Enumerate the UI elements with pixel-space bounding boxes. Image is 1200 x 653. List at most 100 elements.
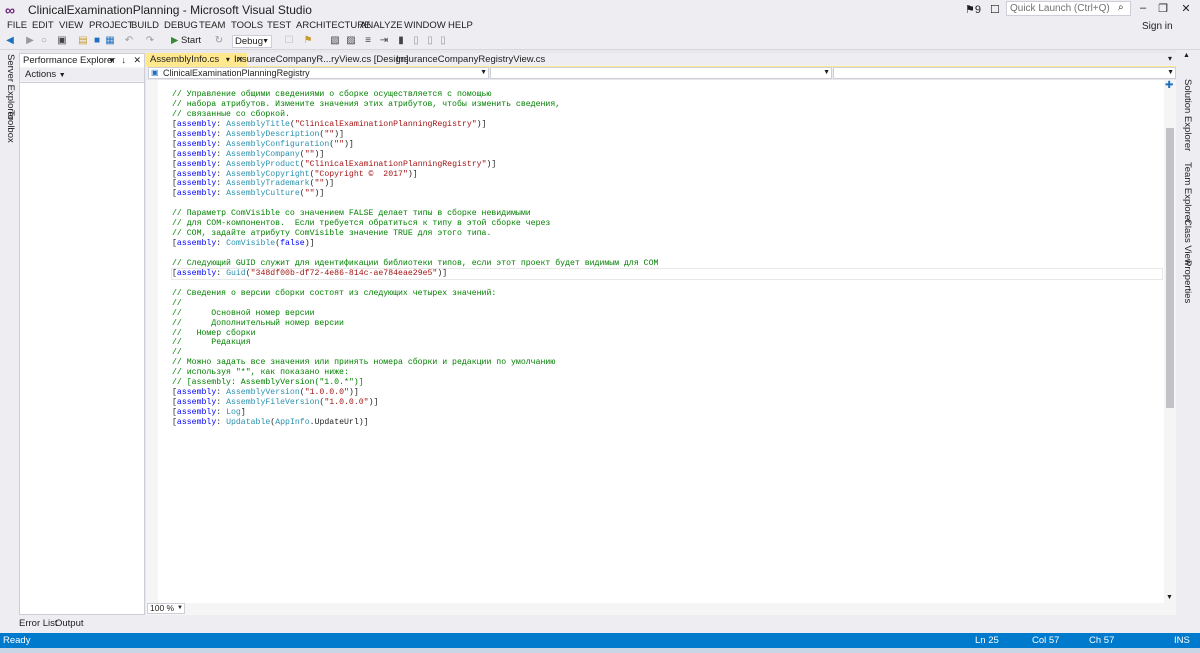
code-line[interactable]: [assembly: Guid("348df00b-df72-4e86-814c… bbox=[171, 267, 1163, 280]
toolbox-tab[interactable]: Toolbox bbox=[5, 110, 16, 143]
code-line[interactable] bbox=[172, 279, 1172, 289]
solution-configuration-dropdown[interactable]: Debug ▼ bbox=[232, 35, 272, 48]
toggle-bookmark-icon[interactable]: ▮ bbox=[395, 35, 407, 47]
navigate-forward-icon[interactable]: ▶ bbox=[24, 35, 36, 47]
class-view-tab[interactable]: Class View bbox=[1182, 219, 1193, 266]
split-view-icon[interactable]: ✚ bbox=[1165, 80, 1173, 91]
code-line[interactable]: [assembly: Updatable(AppInfo.UpdateUrl)] bbox=[172, 418, 1172, 428]
menu-test[interactable]: TEST bbox=[267, 20, 291, 31]
scroll-down-icon[interactable]: ▼ bbox=[1166, 594, 1173, 601]
menu-view[interactable]: VIEW bbox=[59, 20, 83, 31]
restore-button[interactable]: ❐ bbox=[1153, 2, 1173, 15]
code-line[interactable]: [assembly: AssemblyProduct("ClinicalExam… bbox=[172, 160, 1172, 170]
code-line[interactable]: // набора атрибутов. Измените значения э… bbox=[172, 100, 1172, 110]
code-line[interactable]: // bbox=[172, 348, 1172, 358]
notifications-flag[interactable]: ⚑9 bbox=[965, 3, 981, 16]
sign-in-link[interactable]: Sign in bbox=[1142, 21, 1173, 32]
code-line[interactable]: // bbox=[172, 299, 1172, 309]
code-line[interactable]: [assembly: AssemblyCopyright("Copyright … bbox=[172, 170, 1172, 180]
quick-launch-input[interactable]: Quick Launch (Ctrl+Q) bbox=[1006, 1, 1131, 16]
navigate-back-icon[interactable]: ◀ bbox=[4, 35, 16, 47]
prev-bookmark-icon[interactable]: ▯ bbox=[424, 35, 436, 47]
code-line[interactable]: // Управление общими сведениями о сборке… bbox=[172, 90, 1172, 100]
code-line[interactable]: // Дополнительный номер версии bbox=[172, 319, 1172, 329]
save-all-icon[interactable]: ▦ bbox=[104, 35, 116, 47]
performance-explorer-tree[interactable] bbox=[20, 82, 144, 614]
menu-help[interactable]: HELP bbox=[448, 20, 473, 31]
panel-dropdown-icon[interactable]: ▾ bbox=[109, 55, 114, 65]
code-line[interactable]: // Номер сборки bbox=[172, 329, 1172, 339]
close-button[interactable]: ✕ bbox=[1176, 2, 1196, 15]
bookmark-icon[interactable]: ⚑ bbox=[302, 35, 314, 47]
code-line[interactable]: [assembly: AssemblyTitle("ClinicalExamin… bbox=[172, 120, 1172, 130]
pin-icon[interactable]: ↓ bbox=[121, 55, 126, 65]
code-line[interactable]: // используя "*", как показано ниже: bbox=[172, 368, 1172, 378]
code-line[interactable]: // Следующий GUID служит для идентификац… bbox=[172, 259, 1172, 269]
code-line[interactable]: [assembly: Log] bbox=[172, 408, 1172, 418]
menu-tools[interactable]: TOOLS bbox=[231, 20, 263, 31]
vertical-scrollbar[interactable]: ✚ ▼ bbox=[1164, 80, 1176, 603]
menu-debug[interactable]: DEBUG bbox=[164, 20, 198, 31]
code-line[interactable]: [assembly: AssemblyVersion("1.0.0.0")] bbox=[172, 388, 1172, 398]
indent-icon[interactable]: ⇥ bbox=[378, 35, 390, 47]
new-project-icon[interactable]: ▣ bbox=[56, 35, 68, 47]
code-line[interactable]: [assembly: AssemblyTrademark("")] bbox=[172, 179, 1172, 189]
code-line[interactable] bbox=[172, 199, 1172, 209]
menu-build[interactable]: BUILD bbox=[131, 20, 159, 31]
search-icon[interactable]: ⌕ bbox=[1118, 2, 1124, 13]
tab-overflow-icon[interactable]: ▾ bbox=[1168, 54, 1172, 63]
error-list-tab[interactable]: Error List bbox=[19, 618, 58, 629]
menu-file[interactable]: FILE bbox=[7, 20, 27, 31]
code-line[interactable] bbox=[172, 249, 1172, 259]
menu-analyze[interactable]: ANALYZE bbox=[360, 20, 403, 31]
code-line[interactable]: // COM, задайте атрибуту ComVisible знач… bbox=[172, 229, 1172, 239]
open-file-icon[interactable]: ▤ bbox=[77, 35, 89, 47]
refresh-icon[interactable]: ↻ bbox=[213, 35, 225, 47]
code-line[interactable]: // Редакция bbox=[172, 338, 1172, 348]
undo-icon[interactable]: ↶ bbox=[123, 35, 135, 47]
code-line[interactable]: // связанные со сборкой. bbox=[172, 110, 1172, 120]
panel-close-icon[interactable]: ✕ bbox=[133, 55, 141, 65]
start-debugging-button[interactable]: ▶ Start bbox=[171, 35, 201, 46]
tab-insurance-designer[interactable]: InsuranceCompanyR...ryView.cs [Design] bbox=[230, 53, 413, 66]
find-icon[interactable]: ☐ bbox=[283, 35, 295, 47]
feedback-icon[interactable]: ☐ bbox=[990, 3, 1000, 16]
solution-explorer-tab[interactable]: Solution Explorer bbox=[1182, 79, 1193, 151]
format-icon[interactable]: ≡ bbox=[362, 35, 374, 47]
team-explorer-tab[interactable]: Team Explorer bbox=[1182, 162, 1193, 223]
member-dropdown[interactable]: ▼ bbox=[833, 67, 1176, 79]
menu-window[interactable]: WINDOW bbox=[404, 20, 446, 31]
tab-insurance-view[interactable]: InsuranceCompanyRegistryView.cs bbox=[392, 53, 549, 66]
menu-edit[interactable]: EDIT bbox=[32, 20, 54, 31]
minimize-button[interactable]: – bbox=[1133, 2, 1153, 14]
project-dropdown[interactable]: ▣ ClinicalExaminationPlanningRegistry ▼ bbox=[148, 67, 489, 79]
code-line[interactable]: [assembly: AssemblyDescription("")] bbox=[172, 130, 1172, 140]
clear-bookmarks-icon[interactable]: ▯ bbox=[437, 35, 449, 47]
code-line[interactable]: [assembly: AssemblyCulture("")] bbox=[172, 189, 1172, 199]
actions-menu[interactable]: Actions ▼ bbox=[25, 69, 66, 80]
code-line[interactable]: // Параметр ComVisible со значением FALS… bbox=[172, 209, 1172, 219]
solution-explorer-icon[interactable]: ▧ bbox=[329, 35, 341, 47]
save-icon[interactable]: ■ bbox=[91, 35, 103, 47]
code-line[interactable]: // [assembly: AssemblyVersion("1.0.*")] bbox=[172, 378, 1172, 388]
redo-icon[interactable]: ↷ bbox=[144, 35, 156, 47]
code-line[interactable]: [assembly: AssemblyFileVersion("1.0.0.0"… bbox=[172, 398, 1172, 408]
code-content[interactable]: // Управление общими сведениями о сборке… bbox=[171, 90, 1172, 428]
code-line[interactable]: // Сведения о версии сборки состоят из с… bbox=[172, 289, 1172, 299]
code-line[interactable]: // для COM-компонентов. Если требуется о… bbox=[172, 219, 1172, 229]
scroll-up-icon[interactable]: ▲ bbox=[1183, 52, 1190, 59]
menu-project[interactable]: PROJECT bbox=[89, 20, 133, 31]
code-line[interactable]: // Основной номер версии bbox=[172, 309, 1172, 319]
scrollbar-thumb[interactable] bbox=[1166, 128, 1174, 408]
code-line[interactable]: [assembly: AssemblyConfiguration("")] bbox=[172, 140, 1172, 150]
code-line[interactable]: // Можно задать все значения или принять… bbox=[172, 358, 1172, 368]
output-tab[interactable]: Output bbox=[55, 618, 84, 629]
next-bookmark-icon[interactable]: ▯ bbox=[410, 35, 422, 47]
code-line[interactable]: [assembly: AssemblyCompany("")] bbox=[172, 150, 1172, 160]
menu-team[interactable]: TEAM bbox=[199, 20, 225, 31]
code-editor[interactable]: // Управление общими сведениями о сборке… bbox=[146, 80, 1176, 603]
code-line[interactable]: [assembly: ComVisible(false)] bbox=[172, 239, 1172, 249]
type-dropdown[interactable]: ▼ bbox=[490, 67, 832, 79]
properties-tab[interactable]: Properties bbox=[1182, 260, 1193, 303]
zoom-dropdown[interactable]: 100 % ▼ bbox=[147, 603, 185, 614]
